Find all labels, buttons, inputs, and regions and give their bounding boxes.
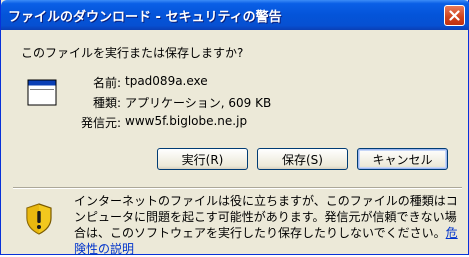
from-label: 発信元: <box>80 116 121 130</box>
from-value: www5f.biglobe.ne.jp <box>125 114 248 128</box>
save-button[interactable]: 保存(S) <box>257 148 348 170</box>
cancel-button[interactable]: キャンセル <box>357 148 448 170</box>
warning-text: インターネットのファイルは役に立ちますが、このファイルの種類はコンピュータに問題… <box>74 194 458 240</box>
name-label: 名前: <box>92 76 121 90</box>
run-button[interactable]: 実行(R) <box>157 148 248 170</box>
dialog-body: このファイルを実行または保存しますか? 名前: tpad089a.exe 種類:… <box>5 30 466 256</box>
divider <box>13 187 462 189</box>
type-value: アプリケーション, 609 KB <box>125 96 272 110</box>
name-value: tpad089a.exe <box>125 74 208 88</box>
window-title: ファイルのダウンロード - セキュリティの警告 <box>8 10 282 25</box>
dialog-window: ファイルのダウンロード - セキュリティの警告 このファイルを実行または保存しま… <box>0 0 469 256</box>
warning-message: インターネットのファイルは役に立ちますが、このファイルの種類はコンピュータに問題… <box>74 193 459 257</box>
close-button[interactable] <box>444 5 465 26</box>
type-label: 種類: <box>92 96 121 110</box>
question-text: このファイルを実行または保存しますか? <box>21 46 244 60</box>
title-bar[interactable]: ファイルのダウンロード - セキュリティの警告 <box>1 0 469 30</box>
close-icon <box>449 10 460 21</box>
security-shield-warning-icon <box>26 203 52 235</box>
